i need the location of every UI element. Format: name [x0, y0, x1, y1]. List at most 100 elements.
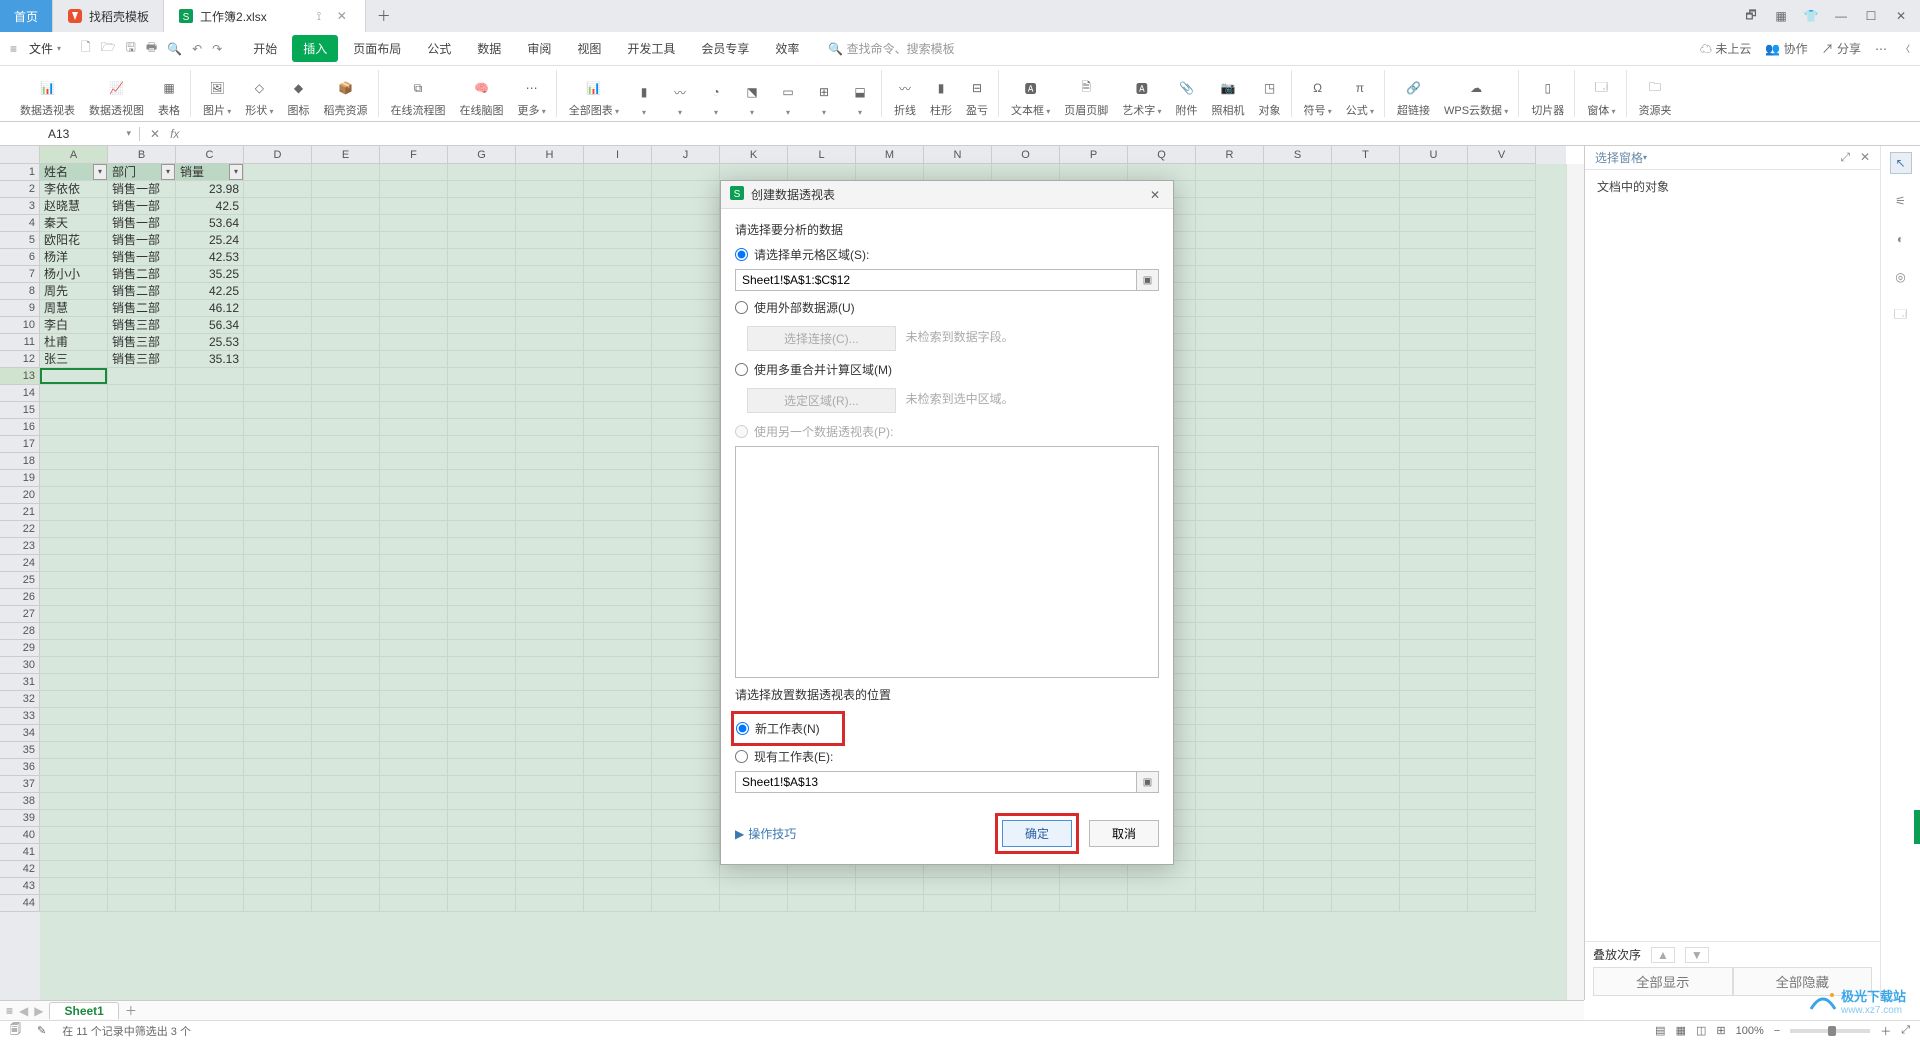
cell[interactable]	[1196, 555, 1264, 572]
cell[interactable]	[1196, 419, 1264, 436]
cell[interactable]	[1128, 164, 1196, 181]
cell[interactable]	[1264, 861, 1332, 878]
cell[interactable]	[448, 232, 516, 249]
cell[interactable]	[856, 895, 924, 912]
cell[interactable]: 53.64	[176, 215, 244, 232]
row-head-24[interactable]: 24	[0, 555, 40, 572]
cell[interactable]	[1264, 351, 1332, 368]
cell[interactable]	[1196, 215, 1264, 232]
cell[interactable]	[380, 198, 448, 215]
sheet-first-icon[interactable]: ◀	[19, 1004, 28, 1018]
rail-shape-icon[interactable]: ◐	[1890, 228, 1912, 250]
range-input[interactable]	[735, 269, 1137, 291]
cell[interactable]	[1264, 181, 1332, 198]
rail-location-icon[interactable]: ◎	[1890, 266, 1912, 288]
col-head-I[interactable]: I	[584, 146, 652, 164]
cell[interactable]	[40, 810, 108, 827]
radio-existing[interactable]	[735, 750, 748, 763]
cell[interactable]	[516, 232, 584, 249]
cell[interactable]	[1468, 742, 1536, 759]
cell[interactable]	[176, 776, 244, 793]
cell[interactable]	[1400, 181, 1468, 198]
zoom-in-icon[interactable]: ＋	[1880, 1023, 1891, 1039]
cell[interactable]	[1264, 266, 1332, 283]
cell[interactable]	[244, 164, 312, 181]
cell[interactable]	[1196, 589, 1264, 606]
menu-tab-效率[interactable]: 效率	[764, 35, 810, 62]
cell[interactable]	[1264, 538, 1332, 555]
row-head-42[interactable]: 42	[0, 861, 40, 878]
cell[interactable]	[1196, 878, 1264, 895]
more-icon[interactable]: ⋯	[1875, 42, 1887, 56]
cell[interactable]	[1196, 572, 1264, 589]
cell[interactable]	[1400, 504, 1468, 521]
cell[interactable]: 35.13	[176, 351, 244, 368]
cell[interactable]	[312, 572, 380, 589]
cell[interactable]	[312, 351, 380, 368]
cell[interactable]	[516, 725, 584, 742]
skin-icon[interactable]: 👕	[1802, 7, 1820, 25]
ribbon-形状[interactable]: ◇形状	[241, 70, 277, 118]
row-head-4[interactable]: 4	[0, 215, 40, 232]
cell[interactable]	[1332, 810, 1400, 827]
cell[interactable]	[1400, 827, 1468, 844]
cell[interactable]	[1264, 640, 1332, 657]
cell[interactable]	[312, 334, 380, 351]
col-head-M[interactable]: M	[856, 146, 924, 164]
cell[interactable]	[244, 249, 312, 266]
cell[interactable]	[1264, 198, 1332, 215]
cell[interactable]	[1332, 538, 1400, 555]
cell[interactable]	[40, 640, 108, 657]
cell[interactable]	[1196, 368, 1264, 385]
row-head-23[interactable]: 23	[0, 538, 40, 555]
cell[interactable]	[1264, 844, 1332, 861]
cell[interactable]	[1400, 164, 1468, 181]
cell[interactable]	[312, 436, 380, 453]
opt-existing-sheet[interactable]: 现有工作表(E):	[735, 748, 1159, 765]
cell[interactable]	[516, 402, 584, 419]
cell[interactable]	[312, 266, 380, 283]
cell[interactable]	[1196, 317, 1264, 334]
cell[interactable]	[40, 708, 108, 725]
cell[interactable]	[584, 810, 652, 827]
cell[interactable]	[380, 487, 448, 504]
cell[interactable]	[244, 300, 312, 317]
cell[interactable]	[1400, 521, 1468, 538]
cell[interactable]	[1468, 300, 1536, 317]
cell[interactable]	[1468, 198, 1536, 215]
cell[interactable]	[312, 181, 380, 198]
cell[interactable]	[1332, 759, 1400, 776]
cell[interactable]	[584, 385, 652, 402]
opt-new-sheet[interactable]: 新工作表(N)	[736, 720, 820, 737]
dialog-titlebar[interactable]: S 创建数据透视表 ✕	[721, 181, 1173, 209]
cell[interactable]	[1468, 589, 1536, 606]
cell[interactable]	[176, 504, 244, 521]
cell[interactable]	[40, 538, 108, 555]
row-head-32[interactable]: 32	[0, 691, 40, 708]
cell[interactable]: 姓名▾	[40, 164, 108, 181]
cell[interactable]	[40, 861, 108, 878]
row-head-21[interactable]: 21	[0, 504, 40, 521]
cell[interactable]	[1196, 470, 1264, 487]
cell[interactable]	[584, 589, 652, 606]
cell[interactable]	[108, 725, 176, 742]
cell[interactable]: 周先	[40, 283, 108, 300]
ribbon-数据透视图[interactable]: 📈数据透视图	[85, 70, 148, 118]
row-head-44[interactable]: 44	[0, 895, 40, 912]
cell[interactable]	[108, 504, 176, 521]
ribbon-更多[interactable]: ⋯更多	[514, 70, 550, 118]
cell[interactable]	[516, 487, 584, 504]
tab-add-button[interactable]: ＋	[372, 6, 396, 26]
cell[interactable]	[1196, 436, 1264, 453]
cell[interactable]: 销售三部	[108, 334, 176, 351]
ribbon-柱形[interactable]: ▮柱形	[926, 70, 956, 118]
ribbon-对象[interactable]: ◳对象	[1255, 70, 1285, 118]
cell[interactable]	[176, 368, 244, 385]
pin-icon[interactable]: ⟟	[317, 9, 331, 23]
row-head-28[interactable]: 28	[0, 623, 40, 640]
cell[interactable]	[1196, 895, 1264, 912]
cell[interactable]	[448, 623, 516, 640]
cell[interactable]: 销售一部	[108, 198, 176, 215]
cell[interactable]	[176, 640, 244, 657]
cell[interactable]	[448, 572, 516, 589]
